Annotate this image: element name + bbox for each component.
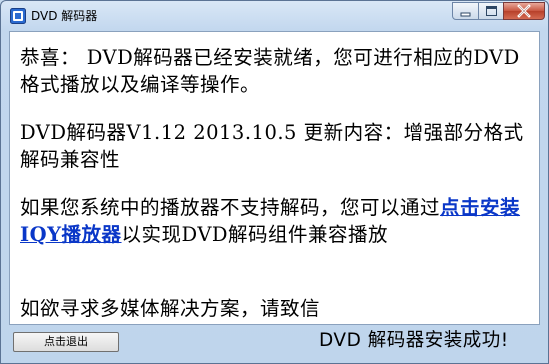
maximize-button[interactable]: [478, 2, 504, 20]
player-suggestion-text: 如果您系统中的播放器不支持解码，您可以通过: [20, 196, 441, 219]
player-suggestion-tail: 以实现DVD解码组件兼容播放: [121, 223, 389, 246]
install-status: DVD 解码器安装成功!: [319, 330, 509, 351]
exit-button[interactable]: 点击退出: [13, 332, 119, 352]
dvd-decoder-window: DVD 解码器 恭喜： DVD解码器已经安装就绪，您可进行相应的DVD格式播放以…: [0, 0, 549, 364]
minimize-icon: [460, 12, 471, 17]
message-panel: 恭喜： DVD解码器已经安装就绪，您可进行相应的DVD格式播放以及编译等操作。 …: [9, 31, 540, 325]
maximize-icon: [486, 6, 497, 16]
congrats-message: 恭喜： DVD解码器已经安装就绪，您可进行相应的DVD格式播放以及编译等操作。: [20, 46, 520, 96]
player-suggestion: 如果您系统中的播放器不支持解码，您可以通过点击安装IQY播放器以实现DVD解码组…: [20, 194, 532, 248]
update-notes: DVD解码器V1.12 2013.10.5 更新内容：增强部分格式解码兼容性: [20, 121, 524, 171]
minimize-button[interactable]: [452, 2, 479, 20]
close-button[interactable]: [503, 2, 545, 20]
title-bar[interactable]: DVD 解码器: [1, 1, 548, 31]
window-title: DVD 解码器: [31, 9, 98, 23]
close-icon: [517, 4, 531, 18]
dvd-app-icon: [10, 8, 26, 24]
contact-message: 如欲寻求多媒体解决方案，请致信: [20, 297, 321, 320]
footer-bar: 点击退出 DVD 解码器安装成功!: [1, 327, 548, 363]
